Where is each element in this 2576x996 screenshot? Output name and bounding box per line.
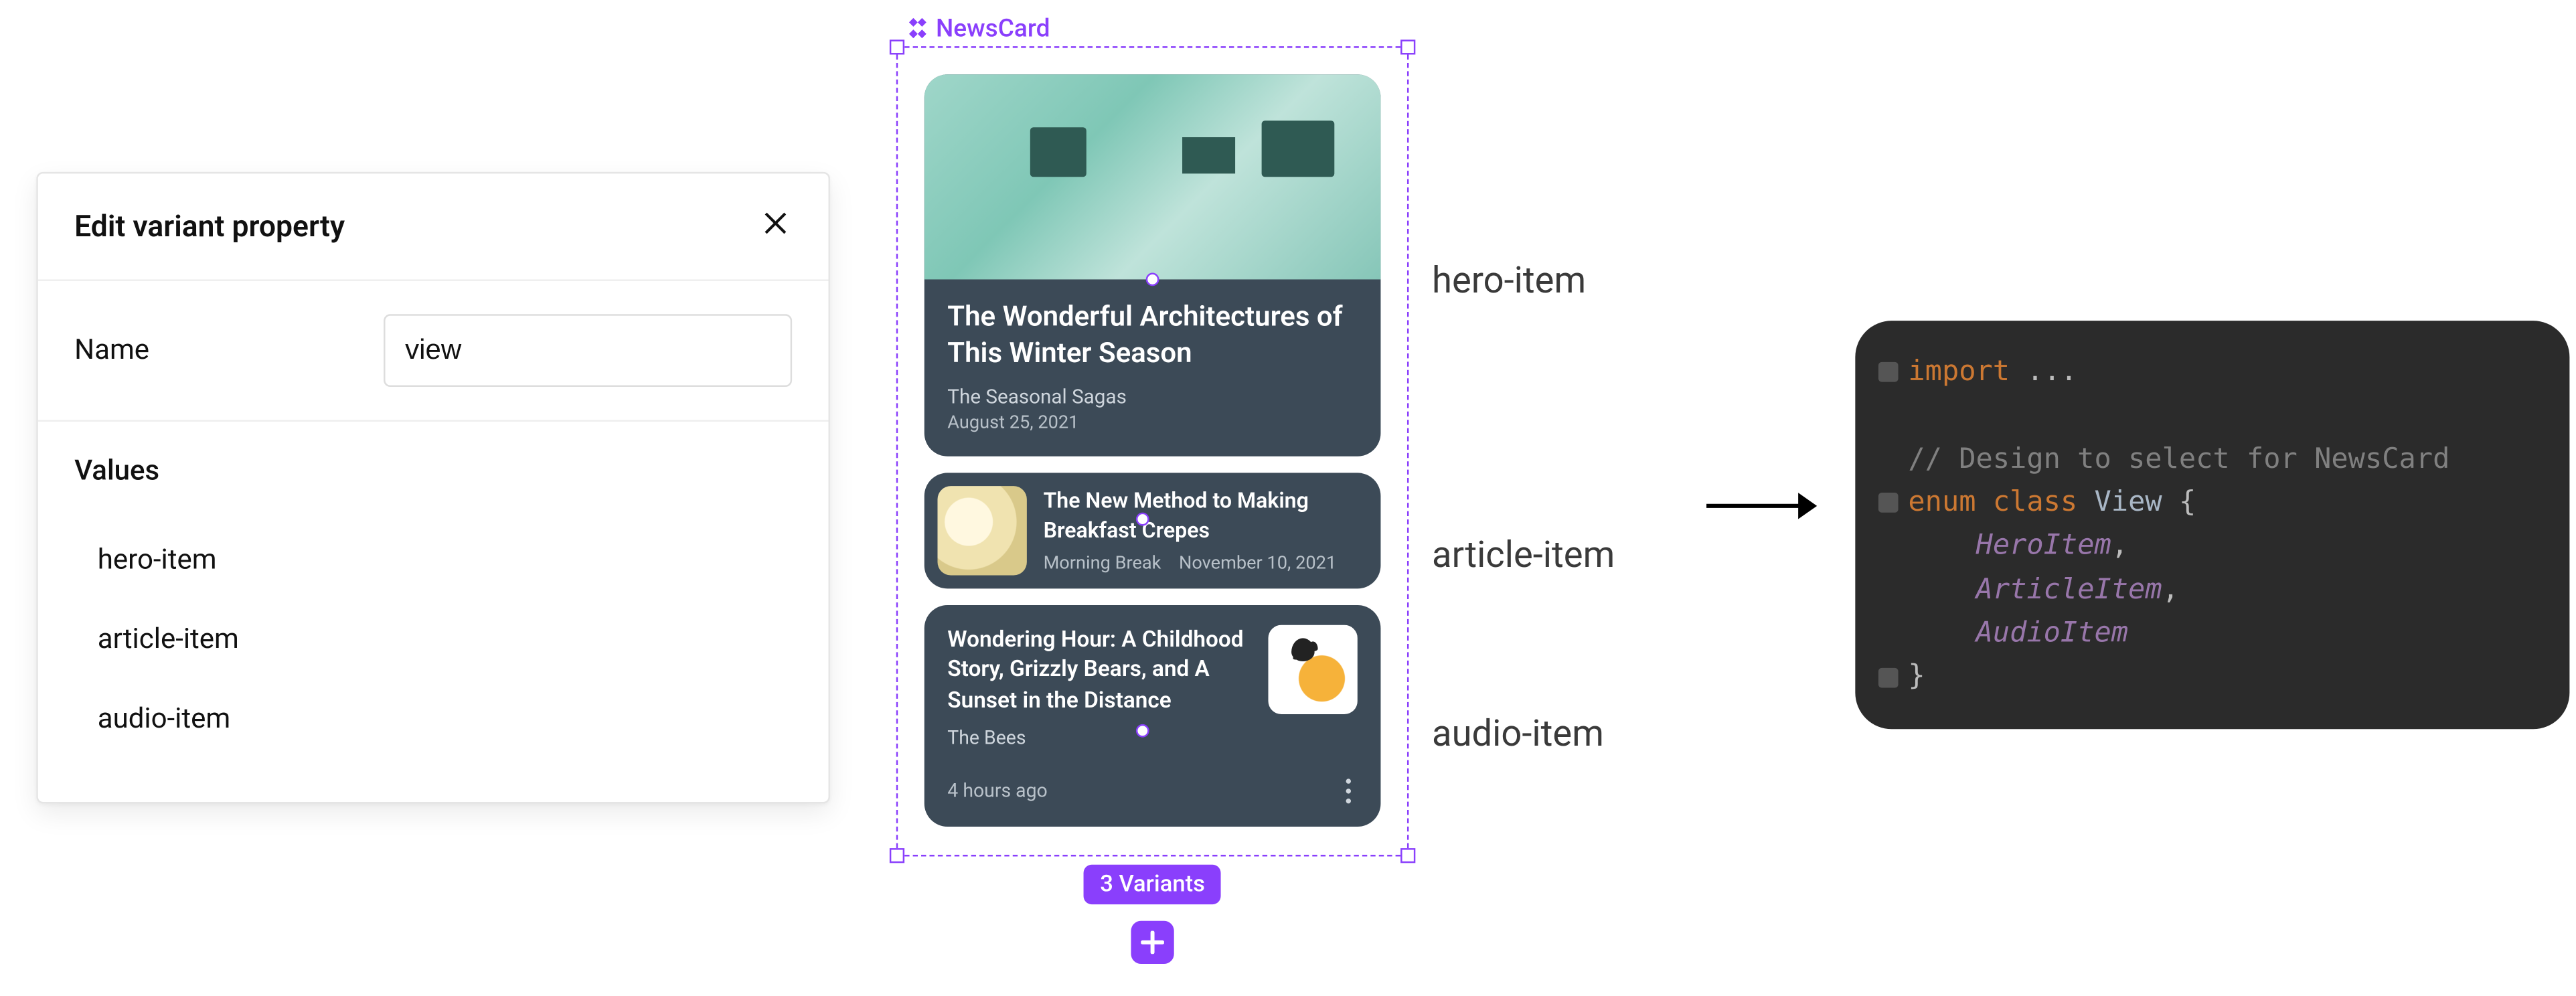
- hero-title: The Wonderful Architectures of This Wint…: [947, 299, 1358, 372]
- article-title: The New Method to Making Breakfast Crepe…: [1044, 488, 1368, 546]
- audio-title: Wondering Hour: A Childhood Story, Grizz…: [947, 625, 1251, 716]
- code-line: enum class View {: [1872, 481, 2553, 525]
- gutter-icon: [1878, 667, 1899, 687]
- hero-date: August 25, 2021: [947, 412, 1358, 433]
- code-line: ArticleItem,: [1872, 568, 2553, 612]
- arrow-icon: [1703, 489, 1819, 522]
- newscard-hero-variant[interactable]: The Wonderful Architectures of This Wint…: [924, 74, 1381, 456]
- article-date: November 10, 2021: [1179, 553, 1336, 574]
- code-line: import ...: [1872, 351, 2553, 394]
- hero-source: The Seasonal Sagas: [947, 386, 1358, 409]
- annotation-audio: audio-item: [1432, 714, 1604, 756]
- close-icon[interactable]: [759, 207, 792, 246]
- value-item[interactable]: article-item: [74, 600, 792, 680]
- code-line: HeroItem,: [1872, 525, 2553, 568]
- add-variant-button[interactable]: [1131, 921, 1174, 964]
- more-icon[interactable]: [1340, 772, 1358, 810]
- selection-handle[interactable]: [1400, 848, 1415, 863]
- code-snippet: import ... // Design to select for NewsC…: [1855, 321, 2569, 728]
- panel-title: Edit variant property: [74, 209, 345, 244]
- name-input[interactable]: [384, 314, 792, 387]
- newscard-article-variant[interactable]: The New Method to Making Breakfast Crepe…: [924, 473, 1381, 589]
- component-name: NewsCard: [936, 13, 1050, 43]
- hero-image: [924, 74, 1381, 279]
- value-item[interactable]: hero-item: [74, 521, 792, 600]
- value-item[interactable]: audio-item: [74, 679, 792, 759]
- edit-variant-panel: Edit variant property Name Values hero-i…: [36, 172, 830, 804]
- audio-time: 4 hours ago: [947, 779, 1047, 803]
- component-frame[interactable]: The Wonderful Architectures of This Wint…: [896, 46, 1409, 856]
- name-label: Name: [74, 334, 350, 367]
- audio-thumbnail: [1268, 625, 1357, 714]
- variants-badge[interactable]: 3 Variants: [1084, 865, 1222, 904]
- audio-source: The Bees: [947, 726, 1358, 749]
- article-thumbnail: [937, 487, 1026, 576]
- gutter-icon: [1878, 493, 1899, 513]
- selection-handle[interactable]: [890, 848, 904, 863]
- selection-dot-icon[interactable]: [1146, 273, 1159, 286]
- selection-handle[interactable]: [890, 39, 904, 54]
- annotation-article: article-item: [1432, 535, 1615, 577]
- component-label[interactable]: NewsCard: [906, 13, 1409, 43]
- values-heading: Values: [74, 454, 792, 487]
- code-line: [1872, 394, 2553, 438]
- newscard-audio-variant[interactable]: Wondering Hour: A Childhood Story, Grizz…: [924, 605, 1381, 826]
- gutter-icon: [1878, 362, 1899, 382]
- component-canvas: NewsCard The Wonderful Architectures of …: [896, 13, 1409, 857]
- selection-handle[interactable]: [1400, 39, 1415, 54]
- annotation-hero: hero-item: [1432, 261, 1586, 303]
- code-line: // Design to select for NewsCard: [1872, 438, 2553, 481]
- code-line: }: [1872, 655, 2553, 699]
- article-source: Morning Break: [1044, 553, 1161, 574]
- code-line: AudioItem: [1872, 612, 2553, 655]
